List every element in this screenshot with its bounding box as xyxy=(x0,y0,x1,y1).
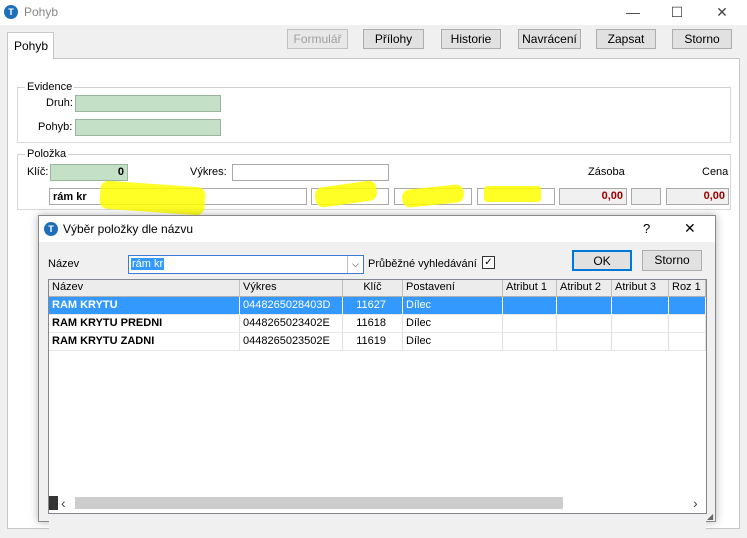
zasoba-label: Zásoba xyxy=(588,166,625,178)
cell-atribut1 xyxy=(503,297,557,315)
cell-roz1 xyxy=(669,333,706,351)
live-search-checkbox[interactable]: ✓ xyxy=(482,256,495,269)
dialog-app-icon: T xyxy=(44,222,58,236)
cell-postaveni: Dílec xyxy=(403,315,503,333)
close-button[interactable]: ✕ xyxy=(700,2,744,22)
druh-label: Druh: xyxy=(46,97,73,109)
cell-roz1 xyxy=(669,297,706,315)
cell-nazev: RAM KRYTU xyxy=(49,297,240,315)
cell-atribut2 xyxy=(557,297,612,315)
cell-postaveni: Dílec xyxy=(403,333,503,351)
vykres-label: Výkres: xyxy=(190,166,227,178)
app-logo-icon: T xyxy=(4,5,18,19)
scroll-right-icon[interactable]: › xyxy=(693,495,698,511)
minimize-button[interactable]: — xyxy=(611,2,655,22)
druh-field[interactable] xyxy=(75,95,221,112)
cell-vykres: 0448265023502E xyxy=(240,333,343,351)
cell-nazev: RAM KRYTU PREDNI xyxy=(49,315,240,333)
column-header-atribut1[interactable]: Atribut 1 xyxy=(503,280,557,297)
dialog-title: Výběr položky dle názvu xyxy=(63,222,194,236)
highlight-mark xyxy=(484,186,541,202)
cell-nazev: RAM KRYTU ZADNI xyxy=(49,333,240,351)
nazev-label: Název xyxy=(48,258,80,270)
row-indicator xyxy=(49,496,58,510)
help-button[interactable]: ? xyxy=(643,221,650,236)
cena-label: Cena xyxy=(702,166,729,178)
item-search-dialog: T Výběr položky dle názvu ? ✕ Název rám … xyxy=(38,215,716,538)
horizontal-scrollbar[interactable] xyxy=(49,521,706,538)
cell-atribut1 xyxy=(503,315,557,333)
item-name-value: rám kr xyxy=(53,191,87,203)
cell-klic: 11618 xyxy=(343,315,403,333)
maximize-button[interactable]: ☐ xyxy=(655,2,699,22)
search-input[interactable]: rám kr xyxy=(131,258,165,270)
tab-pohyb[interactable]: Pohyb xyxy=(7,32,54,59)
cell-klic: 11627 xyxy=(343,297,403,315)
column-header-klic[interactable]: Klíč xyxy=(343,280,403,297)
column-header-postaveni[interactable]: Postavení xyxy=(403,280,503,297)
cell-vykres: 0448265028403D xyxy=(240,297,343,315)
historie-button[interactable]: Historie xyxy=(441,29,501,49)
cena-value: 0,00 xyxy=(666,188,729,205)
table-row[interactable]: RAM KRYTU ZADNI 0448265023502E 11619 Díl… xyxy=(49,333,706,351)
ok-button[interactable]: OK xyxy=(572,250,632,271)
unit-field xyxy=(631,188,661,205)
cell-klic: 11619 xyxy=(343,333,403,351)
storno-button[interactable]: Storno xyxy=(672,29,732,49)
cell-roz1 xyxy=(669,315,706,333)
cell-atribut3 xyxy=(612,333,669,351)
chevron-down-icon[interactable]: ⌵ xyxy=(347,256,363,273)
column-header-nazev[interactable]: Název xyxy=(49,280,240,297)
table-row[interactable]: RAM KRYTU 0448265028403D 11627 Dílec xyxy=(49,297,706,315)
cell-atribut3 xyxy=(612,297,669,315)
cell-atribut1 xyxy=(503,333,557,351)
cell-vykres: 0448265023402E xyxy=(240,315,343,333)
search-combobox[interactable]: rám kr xyxy=(128,255,364,274)
klic-label: Klíč: xyxy=(27,166,49,178)
cell-atribut2 xyxy=(557,333,612,351)
cell-atribut2 xyxy=(557,315,612,333)
scroll-left-icon[interactable]: ‹ xyxy=(61,495,66,511)
pohyb-label: Pohyb: xyxy=(38,121,73,133)
zasoba-value: 0,00 xyxy=(559,188,627,205)
scrollbar-thumb[interactable] xyxy=(75,497,563,509)
prilohy-button[interactable]: Přílohy xyxy=(363,29,424,49)
column-header-atribut3[interactable]: Atribut 3 xyxy=(612,280,669,297)
formular-button[interactable]: Formulář xyxy=(287,29,348,49)
navraceni-button[interactable]: Navrácení xyxy=(518,29,581,49)
vykres-field[interactable] xyxy=(232,164,389,181)
klic-field[interactable]: 0 xyxy=(50,164,128,181)
dialog-storno-button[interactable]: Storno xyxy=(642,250,702,271)
cell-atribut3 xyxy=(612,315,669,333)
pohyb-field[interactable] xyxy=(75,119,221,136)
cell-postaveni: Dílec xyxy=(403,297,503,315)
window-title: Pohyb xyxy=(24,5,59,19)
column-header-vykres[interactable]: Výkres xyxy=(240,280,343,297)
column-header-roz1[interactable]: Roz 1 xyxy=(669,280,706,297)
evidence-label: Evidence xyxy=(25,81,75,93)
dialog-close-button[interactable]: ✕ xyxy=(684,220,696,237)
polozka-label: Položka xyxy=(25,148,69,160)
column-header-atribut2[interactable]: Atribut 2 xyxy=(557,280,612,297)
results-grid: Název Výkres Klíč Postavení Atribut 1 At… xyxy=(48,279,707,538)
live-search-label: Průběžné vyhledávání xyxy=(368,258,477,270)
table-row[interactable]: RAM KRYTU PREDNI 0448265023402E 11618 Dí… xyxy=(49,315,706,333)
zapsat-button[interactable]: Zapsat xyxy=(596,29,656,49)
resize-grip-icon[interactable]: ◢ xyxy=(707,512,715,521)
